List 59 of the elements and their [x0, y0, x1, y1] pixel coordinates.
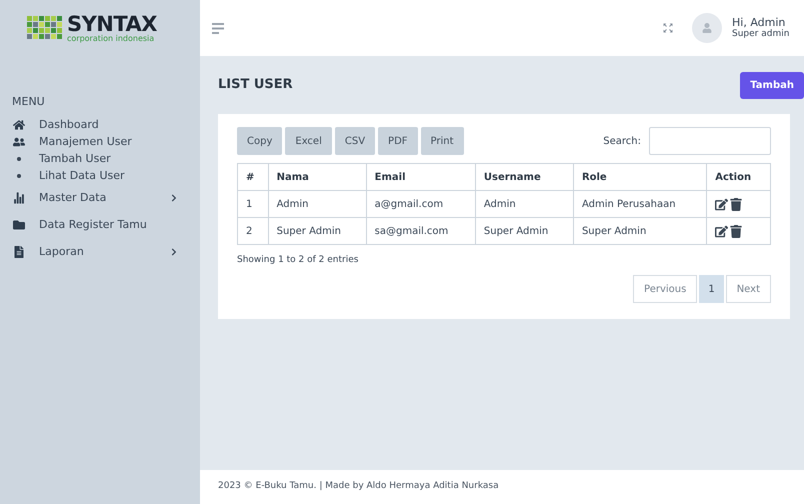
bar-chart-icon — [13, 192, 25, 204]
export-button[interactable]: PDF — [378, 127, 418, 155]
table-cell: Admin — [268, 190, 366, 218]
delete-icon[interactable] — [730, 224, 742, 238]
chevron-right-icon — [170, 248, 178, 256]
delete-icon[interactable] — [730, 198, 742, 210]
add-button[interactable]: Tambah — [740, 72, 804, 98]
brand-tagline: corporation indonesia — [67, 34, 156, 42]
menu-heading: MENU — [12, 94, 46, 110]
column-header: Email — [366, 164, 476, 190]
column-header: Action — [706, 164, 770, 190]
menu-item[interactable]: Data Register Tamu — [12, 212, 188, 238]
table-cell: Super Admin — [475, 218, 574, 244]
logo-icon — [27, 16, 63, 40]
export-button[interactable]: Print — [420, 127, 464, 155]
menu-item[interactable]: Laporan — [12, 238, 188, 266]
user-icon — [702, 23, 712, 33]
bullet-icon — [17, 174, 21, 178]
column-header: Username — [475, 164, 574, 190]
export-button[interactable]: Excel — [285, 127, 332, 155]
footer-text: 2023 © E-Buku Tamu. | Made by Aldo Hermaya Aditia Nurkasa — [218, 480, 499, 494]
column-header: # — [238, 164, 268, 190]
folder-icon — [13, 219, 25, 231]
table-cell: Super Admin — [268, 218, 366, 244]
column-header: Nama — [268, 164, 366, 190]
search-field[interactable] — [649, 127, 771, 155]
edit-icon[interactable] — [715, 224, 728, 238]
menu-icon[interactable] — [212, 22, 224, 34]
home-icon — [13, 119, 25, 131]
menu-item[interactable]: Manajemen User — [12, 134, 188, 150]
chevron-right-icon — [170, 194, 178, 202]
table-cell: 1 — [238, 190, 268, 218]
column-header: Role — [573, 164, 707, 190]
table-cell: a@gmail.com — [366, 190, 476, 218]
menu-item[interactable]: Dashboard — [12, 116, 188, 134]
brand-name: SYNTAX — [67, 14, 157, 34]
previous-button[interactable]: Pervious — [633, 275, 698, 303]
document-icon — [13, 246, 25, 258]
user-greeting: Hi, Admin — [732, 16, 786, 29]
bullet-icon — [17, 157, 21, 161]
table-cell: 2 — [238, 218, 268, 244]
export-button[interactable]: CSV — [334, 127, 376, 155]
search-label: Search: — [603, 134, 641, 148]
page-button[interactable]: 1 — [699, 275, 724, 303]
user-role: Super admin — [732, 29, 790, 40]
menu-item[interactable]: Tambah User — [12, 150, 188, 168]
table-cell: Admin Perusahaan — [573, 190, 707, 218]
edit-icon[interactable] — [715, 198, 728, 210]
table-cell: Super Admin — [573, 218, 707, 244]
menu-item[interactable]: Master Data — [12, 184, 188, 212]
next-button[interactable]: Next — [726, 275, 771, 303]
menu-item[interactable]: Lihat Data User — [12, 168, 188, 184]
export-button[interactable]: Copy — [237, 127, 282, 155]
table-cell: Admin — [475, 190, 574, 218]
page-title: LIST USER — [218, 76, 293, 94]
entries-info: Showing 1 to 2 of 2 entries — [237, 254, 358, 267]
users-icon — [13, 136, 25, 148]
fullscreen-icon[interactable] — [662, 22, 674, 34]
table-cell: sa@gmail.com — [366, 218, 476, 244]
